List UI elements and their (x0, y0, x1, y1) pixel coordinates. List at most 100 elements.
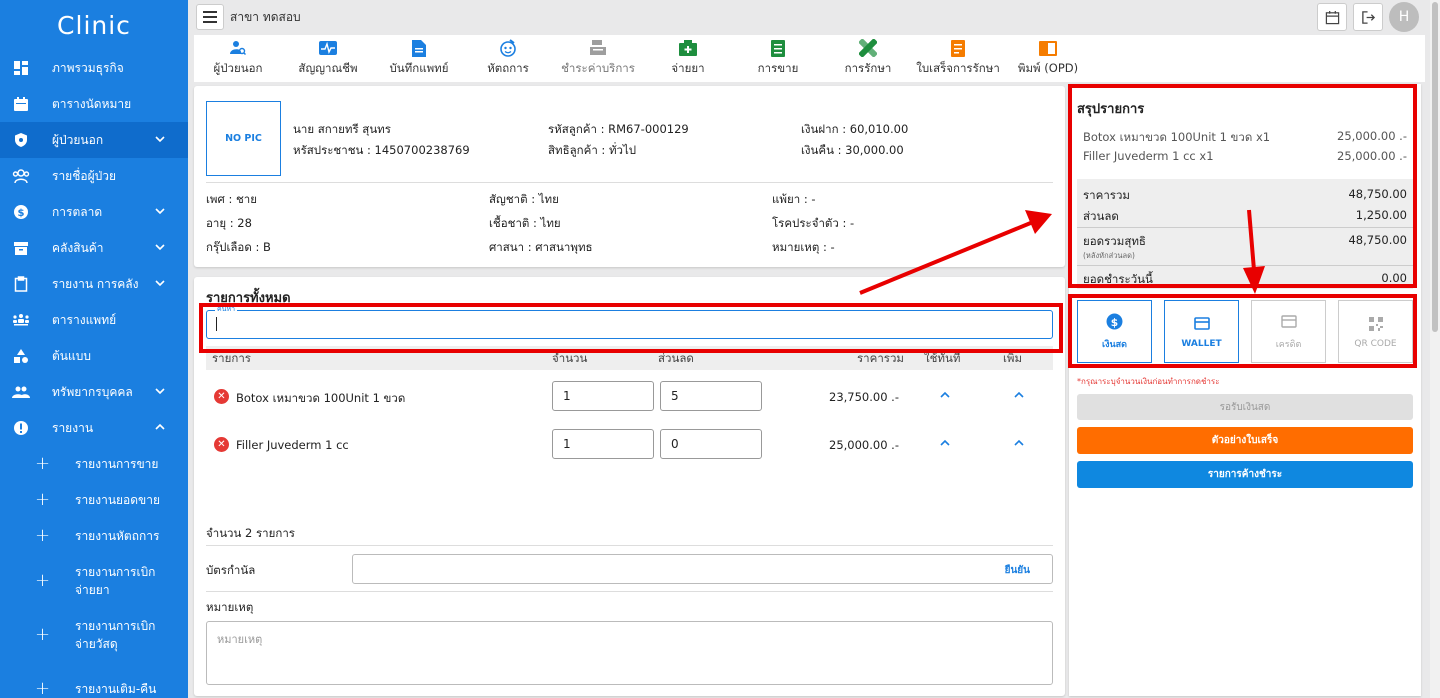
pay-wallet-button[interactable]: WALLET (1164, 300, 1239, 363)
coupon-confirm-button[interactable]: ยืนยัน (1005, 563, 1030, 578)
pay-cash-button[interactable]: $ เงินสด (1077, 300, 1152, 363)
remove-icon[interactable]: ✕ (214, 437, 229, 452)
tab-treatment-receipt[interactable]: ใบเสร็จการรักษา (916, 35, 1000, 82)
plus-icon: + (35, 624, 51, 645)
summary-title: สรุปรายการ (1077, 102, 1145, 117)
dollar-circle-icon: $ (1106, 313, 1124, 331)
tab-outpatient[interactable]: ผู้ป่วยนอก (210, 35, 266, 82)
sidebar-item-hr[interactable]: ทรัพยากรบุคคล (0, 374, 188, 410)
sidebar-subitem-topup-report[interactable]: + รายงานเติม-คืน (0, 662, 188, 698)
tab-vital-signs[interactable]: สัญญาณชีพ (294, 35, 362, 82)
search-field[interactable]: ค้นหา (206, 304, 1053, 339)
calendar-button[interactable] (1317, 3, 1347, 31)
chevron-down-icon (155, 388, 165, 395)
tab-dispense[interactable]: จ่ายยา (668, 35, 708, 82)
tab-print-opd[interactable]: พิมพ์ (OPD) (1017, 35, 1079, 82)
menu-button[interactable] (196, 4, 224, 30)
table-row: ✕ Botox เหมาขวด 100Unit 1 ขวด 1 5 23,750… (206, 375, 1053, 421)
sidebar-item-doctor-schedule[interactable]: ตารางแพทย์ (0, 302, 188, 338)
qty-input[interactable]: 1 (552, 429, 654, 459)
pay-qr-button[interactable]: QR CODE (1338, 300, 1413, 363)
plus-icon: + (35, 453, 51, 474)
sidebar-item-patient-list[interactable]: รายชื่อผู้ป่วย (0, 158, 188, 194)
divider (1077, 227, 1413, 228)
sidebar-item-inventory[interactable]: คลังสินค้า (0, 230, 188, 266)
plus-icon: + (35, 678, 51, 698)
scrollbar-thumb[interactable] (1432, 2, 1438, 332)
tab-label: ผู้ป่วยนอก (213, 61, 263, 75)
patient-note: หมายเหตุ : - (772, 240, 835, 254)
pay-credit-button[interactable]: เครดิต (1251, 300, 1326, 363)
pending-items-button[interactable]: รายการค้างชำระ (1077, 461, 1413, 488)
item-count: จำนวน 2 รายการ (206, 526, 295, 540)
sidebar-subitem-label: รายงานเติม-คืน (75, 682, 157, 696)
coupon-input[interactable]: ยืนยัน (352, 554, 1053, 584)
brand-logo[interactable]: Clinic (0, 0, 188, 50)
col-total: ราคารวม (857, 351, 904, 365)
patient-nationality: สัญชาติ : ไทย (489, 192, 559, 206)
sidebar-item-outpatient[interactable]: ผู้ป่วยนอก (0, 122, 188, 158)
sidebar-item-label: ตารางแพทย์ (52, 312, 117, 327)
sidebar-item-templates[interactable]: ต้นแบบ (0, 338, 188, 374)
preview-receipt-button[interactable]: ตัวอย่างใบเสร็จ (1077, 427, 1413, 454)
discount-input[interactable]: 0 (660, 429, 762, 459)
row-total: 25,000.00 .- (829, 438, 899, 452)
sidebar-item-reports[interactable]: รายงาน (0, 410, 188, 446)
remove-icon[interactable]: ✕ (214, 389, 229, 404)
remark-textarea[interactable]: หมายเหตุ (206, 621, 1053, 685)
tab-payment[interactable]: ชำระค่าบริการ (561, 35, 635, 82)
subtotal-label: ราคารวม (1083, 188, 1130, 202)
summary-panel: สรุปรายการ Botox เหมาขวด 100Unit 1 ขวด x… (1069, 84, 1421, 696)
receive-cash-button[interactable]: รอรับเงินสด (1077, 394, 1413, 420)
sidebar-subitem-medicine-report[interactable]: + รายงานการเบิก จ่ายยา (0, 554, 188, 608)
sidebar-item-appointments[interactable]: ตารางนัดหมาย (0, 86, 188, 122)
qty-input[interactable]: 1 (552, 381, 654, 411)
chevron-up-icon[interactable] (1013, 389, 1025, 401)
sidebar-subitem-supplies-report[interactable]: + รายงานการเบิก จ่ายวัสดุ (0, 608, 188, 662)
scrollbar[interactable] (1430, 0, 1440, 698)
logout-button[interactable] (1353, 3, 1383, 31)
sidebar-item-finance-report[interactable]: รายงาน การคลัง (0, 266, 188, 302)
sidebar-item-marketing[interactable]: $ การตลาด (0, 194, 188, 230)
sidebar-item-label: รายชื่อผู้ป่วย (52, 168, 116, 183)
sidebar-subitem-procedure-report[interactable]: + รายงานหัตถการ (0, 518, 188, 554)
credit-card-icon (1280, 313, 1298, 331)
patient-card: NO PIC นาย สกายทรี สุนทร หรัสประชาชน : 1… (194, 86, 1065, 267)
team-icon (12, 311, 30, 329)
tab-label: สัญญาณชีพ (298, 61, 358, 75)
payment-warning: *กรุณาระบุจำนวนเงินก่อนทำการกดชำระ (1077, 377, 1220, 386)
chevron-up-icon[interactable] (939, 437, 951, 449)
discount-input[interactable]: 5 (660, 381, 762, 411)
qr-code-icon (1367, 315, 1385, 333)
plus-icon: + (35, 525, 51, 546)
chevron-down-icon (155, 136, 165, 143)
search-input[interactable] (207, 311, 1052, 338)
tab-label: ใบเสร็จการรักษา (916, 61, 1000, 75)
sidebar-item-label: การตลาด (52, 204, 103, 219)
sidebar-item-label: ตารางนัดหมาย (52, 96, 132, 111)
sidebar: Clinic ภาพรวมธุรกิจ ตารางนัดหมาย ผู้ป่วย… (0, 0, 188, 698)
sidebar-subitem-revenue-report[interactable]: + รายงานยอดขาย (0, 482, 188, 518)
calendar-icon (1325, 10, 1339, 24)
tab-label: พิมพ์ (OPD) (1017, 61, 1079, 75)
chevron-up-icon[interactable] (939, 389, 951, 401)
shield-icon (12, 131, 30, 149)
print-icon (1039, 39, 1057, 57)
tab-sales[interactable]: การขาย (756, 35, 800, 82)
tab-procedure[interactable]: หัตถการ (482, 35, 534, 82)
tab-treatment[interactable]: การรักษา (842, 35, 894, 82)
patient-photo: NO PIC (206, 101, 281, 176)
col-add: เพิ่ม (1003, 351, 1023, 365)
table-row: ✕ Filler Juvederm 1 cc 1 0 25,000.00 .- (206, 423, 1053, 469)
tab-label: หัตถการ (487, 61, 529, 75)
user-avatar[interactable]: H (1389, 2, 1419, 32)
chevron-up-icon[interactable] (1013, 437, 1025, 449)
sidebar-item-dashboard[interactable]: ภาพรวมธุรกิจ (0, 50, 188, 86)
patient-id-card: หรัสประชาชน : 1450700238769 (293, 143, 470, 157)
patient-blood: กรุ๊ปเลือด : B (206, 240, 271, 254)
tab-doctor-note[interactable]: บันทึกแพทย์ (386, 35, 452, 82)
bandage-icon (859, 39, 877, 57)
sidebar-subitem-sales-report[interactable]: + รายงานการขาย (0, 446, 188, 482)
divider (206, 545, 1053, 546)
refund-balance: เงินคืน : 30,000.00 (801, 143, 904, 157)
